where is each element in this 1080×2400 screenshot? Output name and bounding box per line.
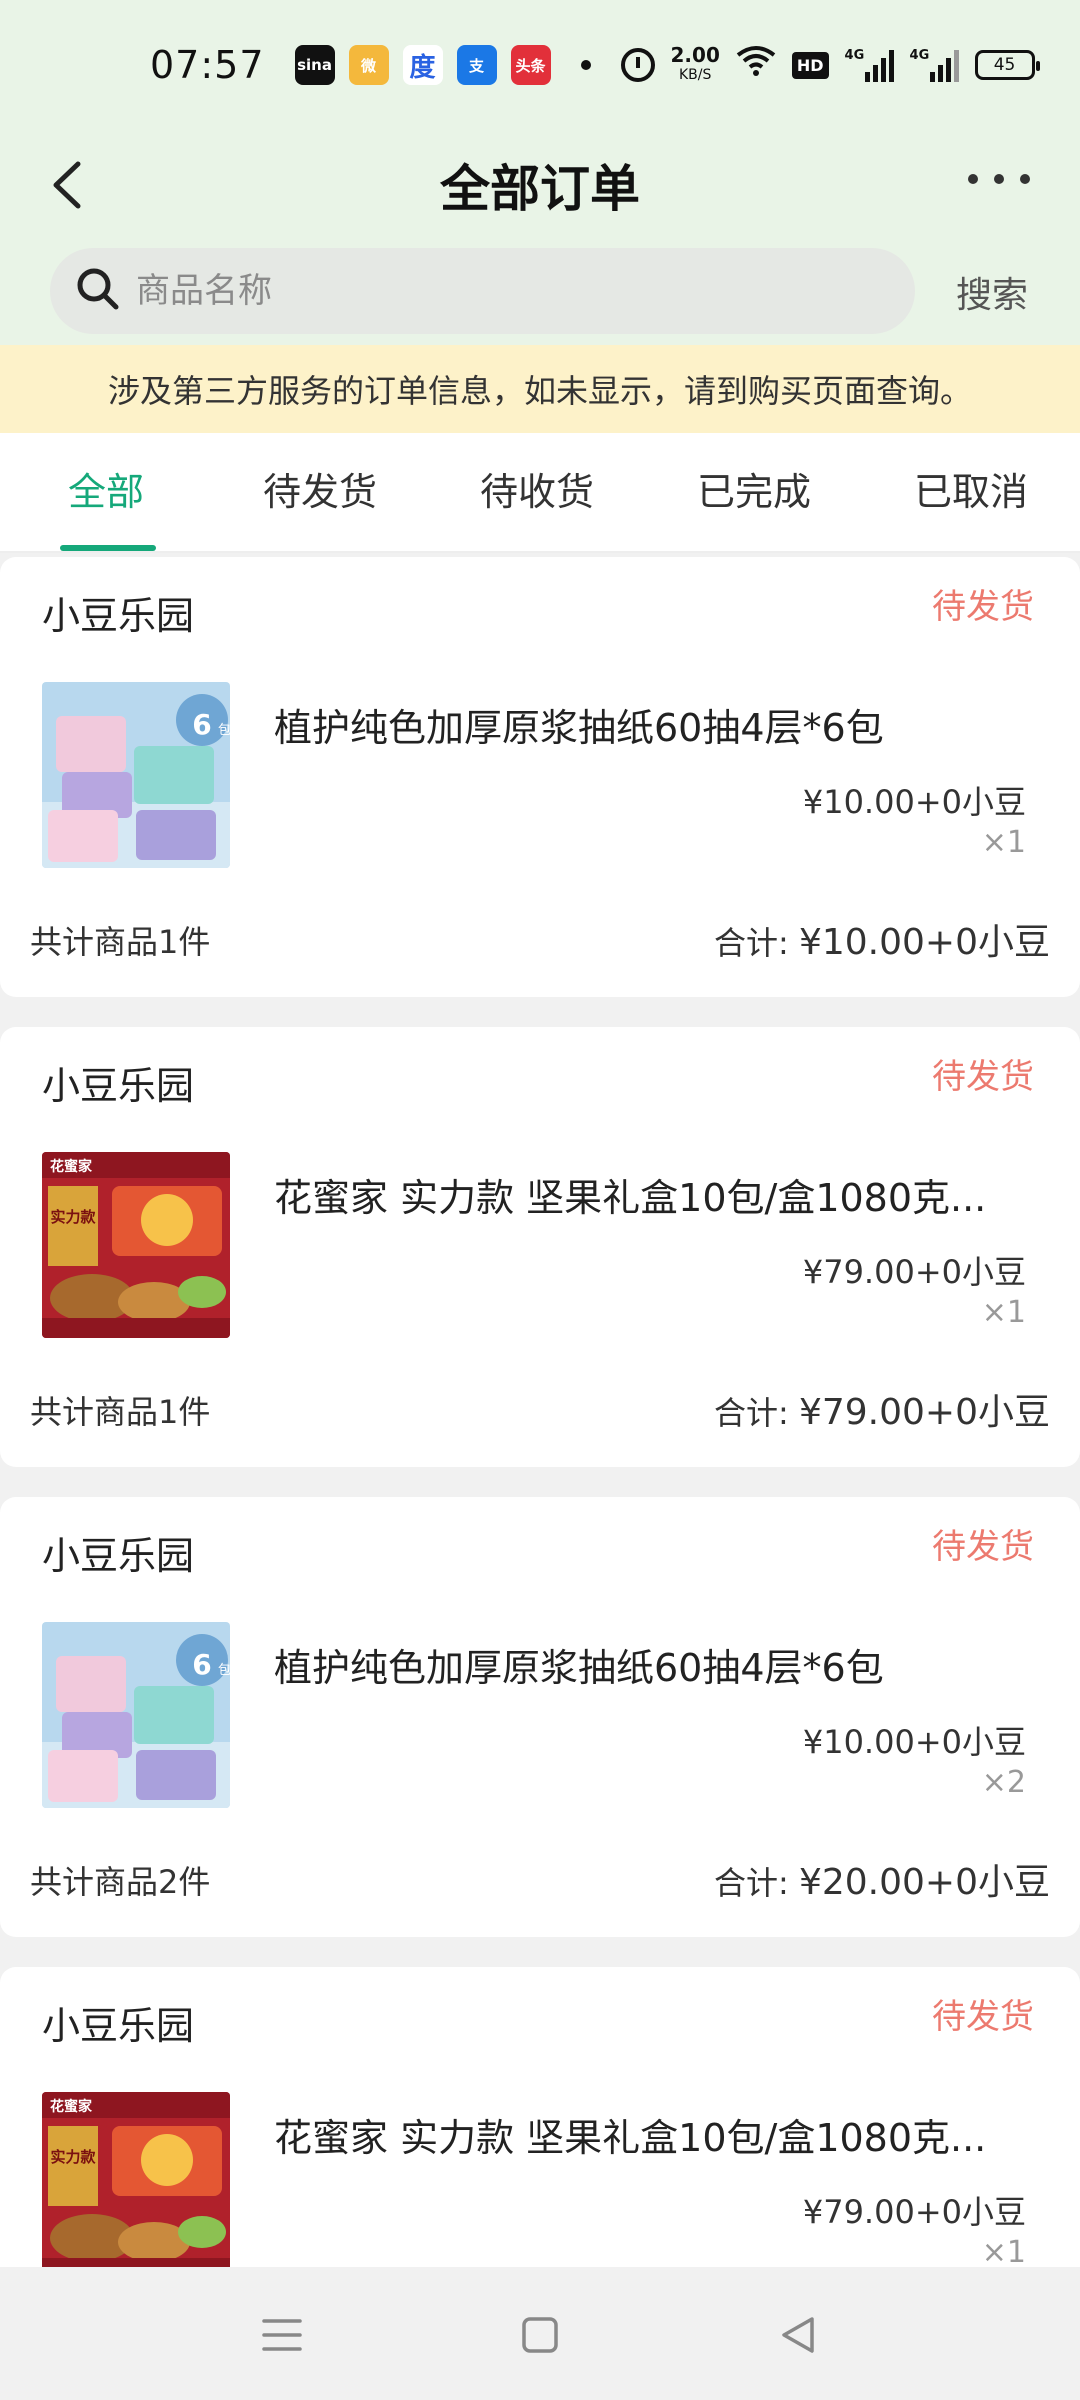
shop-name[interactable]: 小豆乐园 (42, 1995, 194, 2050)
menu-icon[interactable] (262, 2315, 302, 2359)
quantity: ×1 (981, 825, 1026, 860)
search-box[interactable] (50, 248, 915, 334)
unit-price: ¥79.00+0小豆 (802, 2193, 1026, 2231)
order-status: 待发货 (932, 587, 1034, 627)
toutiao-app-icon: 头条 (510, 45, 551, 85)
unit-price: ¥10.00+0小豆 (802, 783, 1026, 821)
order-status: 待发货 (932, 1057, 1034, 1097)
thumb-badge-label: 包 (218, 1663, 230, 1678)
sina-app-icon: sina (294, 45, 335, 85)
thumb-badge-label: 包 (218, 723, 230, 738)
status-bar: 07:57 sina 微 度 支 头条 2.00 KB/S HD 4G 4G 4… (0, 0, 1080, 130)
search-input[interactable] (136, 271, 876, 311)
total-value: ¥79.00+0小豆 (798, 1392, 1050, 1433)
network-speed-value: 2.00 (670, 43, 720, 67)
tab-to-receive[interactable]: 待收货 (480, 461, 594, 516)
quantity: ×1 (981, 2235, 1026, 2267)
thumb-badge: 6 (192, 1648, 211, 1681)
order-card[interactable]: 小豆乐园 待发货 6 包 植护纯色加厚原浆抽纸60抽4层*6包 ¥10.00+0… (0, 557, 1080, 997)
home-square-icon[interactable] (520, 2315, 560, 2359)
network-speed: 2.00 KB/S (671, 45, 720, 85)
search-button[interactable]: 搜索 (956, 266, 1028, 318)
signal-label-2: 4G (909, 48, 930, 63)
tab-to-ship[interactable]: 待发货 (263, 461, 377, 516)
alarm-icon (620, 48, 655, 82)
nav-bar: 全部订单 (0, 130, 1080, 240)
system-nav-bar (0, 2267, 1080, 2400)
thumb-badge: 实力款 (50, 2148, 96, 2166)
quantity: ×1 (981, 1295, 1026, 1330)
order-tabs: 全部 待发货 待收货 已完成 已取消 (0, 433, 1080, 553)
order-total: 合计: ¥10.00+0小豆 (714, 913, 1050, 965)
battery-icon: 45 (974, 50, 1040, 80)
order-list: 小豆乐园 待发货 6 包 植护纯色加厚原浆抽纸60抽4层*6包 ¥10.00+0… (0, 557, 1080, 2267)
thumb-badge: 6 (192, 708, 211, 741)
total-label: 合计: (713, 1394, 789, 1432)
unit-price: ¥79.00+0小豆 (802, 1253, 1026, 1291)
tab-cancelled[interactable]: 已取消 (914, 461, 1028, 516)
status-time: 07:57 (150, 43, 265, 87)
order-status: 待发货 (932, 1997, 1034, 2037)
order-status: 待发货 (932, 1527, 1034, 1567)
page-title: 全部订单 (440, 160, 640, 218)
shop-name[interactable]: 小豆乐园 (42, 1525, 194, 1580)
thumb-badge: 实力款 (50, 1208, 96, 1226)
item-count: 共计商品1件 (30, 1393, 211, 1431)
product-name[interactable]: 花蜜家 实力款 坚果礼盒10包/盒1080克... (274, 2107, 1014, 2162)
signal-icon: 4G (845, 48, 894, 82)
product-name[interactable]: 植护纯色加厚原浆抽纸60抽4层*6包 (274, 1637, 1014, 1692)
alipay-app-icon: 支 (456, 45, 497, 85)
signal-label: 4G (844, 48, 865, 63)
thumb-brand: 花蜜家 (50, 1158, 93, 1175)
product-thumbnail[interactable]: 花蜜家 实力款 (42, 1152, 230, 1338)
search-row: 搜索 (0, 240, 1080, 345)
order-card[interactable]: 小豆乐园 待发货 花蜜家 实力款 花蜜家 实力款 坚果礼盒10包/盒1080克.… (0, 1027, 1080, 1467)
total-value: ¥20.00+0小豆 (798, 1862, 1050, 1903)
total-label: 合计: (713, 924, 789, 962)
product-thumbnail[interactable]: 花蜜家 实力款 (42, 2092, 230, 2267)
wifi-icon (736, 45, 776, 86)
item-count: 共计商品2件 (30, 1863, 211, 1901)
total-label: 合计: (713, 1864, 789, 1902)
baidu-app-icon: 度 (402, 45, 443, 85)
search-icon (74, 265, 122, 317)
tab-all[interactable]: 全部 (68, 461, 144, 516)
order-total: 合计: ¥79.00+0小豆 (714, 1383, 1050, 1435)
quantity: ×2 (981, 1765, 1026, 1800)
chevron-left-icon[interactable] (44, 160, 94, 210)
order-card[interactable]: 小豆乐园 待发货 6 包 植护纯色加厚原浆抽纸60抽4层*6包 ¥10.00+0… (0, 1497, 1080, 1937)
product-thumbnail[interactable]: 6 包 (42, 682, 230, 868)
third-party-notice: 涉及第三方服务的订单信息，如未显示，请到购买页面查询。 (0, 345, 1080, 433)
item-count: 共计商品1件 (30, 923, 211, 961)
network-speed-unit: KB/S (679, 67, 712, 83)
triangle-back-icon[interactable] (778, 2315, 818, 2359)
tab-completed[interactable]: 已完成 (697, 461, 811, 516)
more-dots-icon[interactable] (968, 166, 1030, 192)
active-tab-indicator (60, 545, 156, 551)
thumb-brand: 花蜜家 (50, 2098, 93, 2115)
notification-dot-icon (580, 60, 591, 70)
shop-name[interactable]: 小豆乐园 (42, 1055, 194, 1110)
weibo-app-icon: 微 (348, 45, 389, 85)
total-value: ¥10.00+0小豆 (798, 922, 1050, 963)
order-total: 合计: ¥20.00+0小豆 (714, 1853, 1050, 1905)
order-card[interactable]: 小豆乐园 待发货 花蜜家 实力款 花蜜家 实力款 坚果礼盒10包/盒1080克.… (0, 1967, 1080, 2267)
hd-icon: HD (791, 51, 829, 79)
product-thumbnail[interactable]: 6 包 (42, 1622, 230, 1808)
product-name[interactable]: 花蜜家 实力款 坚果礼盒10包/盒1080克... (274, 1167, 1014, 1222)
shop-name[interactable]: 小豆乐园 (42, 585, 194, 640)
product-name[interactable]: 植护纯色加厚原浆抽纸60抽4层*6包 (274, 697, 1014, 752)
signal-icon-2: 4G (910, 48, 959, 82)
unit-price: ¥10.00+0小豆 (802, 1723, 1026, 1761)
